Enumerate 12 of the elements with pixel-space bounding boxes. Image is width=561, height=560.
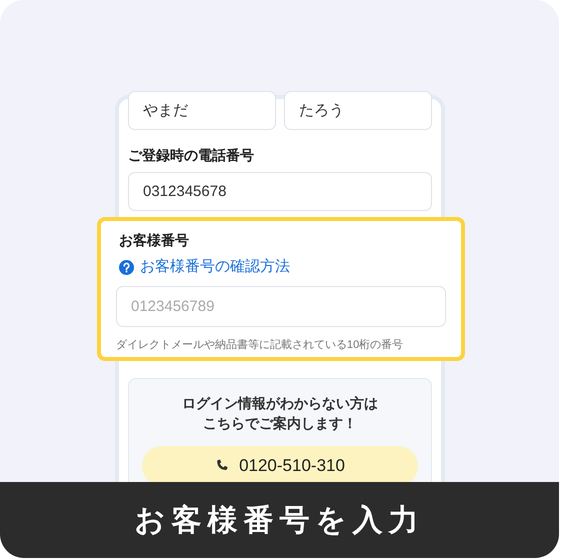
- customer-number-input-field[interactable]: 0123456789: [116, 286, 446, 327]
- phone-icon: [215, 459, 230, 473]
- field-label: お客様番号: [119, 231, 190, 249]
- name-input-field[interactable]: やまだ: [128, 91, 276, 130]
- caption-text: お客様番号を入力: [134, 502, 424, 538]
- help-link[interactable]: お客様番号の確認方法: [140, 257, 290, 277]
- phone-input-field[interactable]: 0312345678: [128, 172, 432, 211]
- help-message: ログイン情報がわからない方は こちらでご案内します！: [181, 394, 379, 433]
- help-icon: [119, 260, 134, 274]
- hint-text: ダイレクトメールや納品書等に記載されている10桁の番号: [116, 338, 404, 353]
- field-label: ご登録時の電話番号: [128, 146, 255, 164]
- name-input-field[interactable]: たろう: [284, 91, 432, 130]
